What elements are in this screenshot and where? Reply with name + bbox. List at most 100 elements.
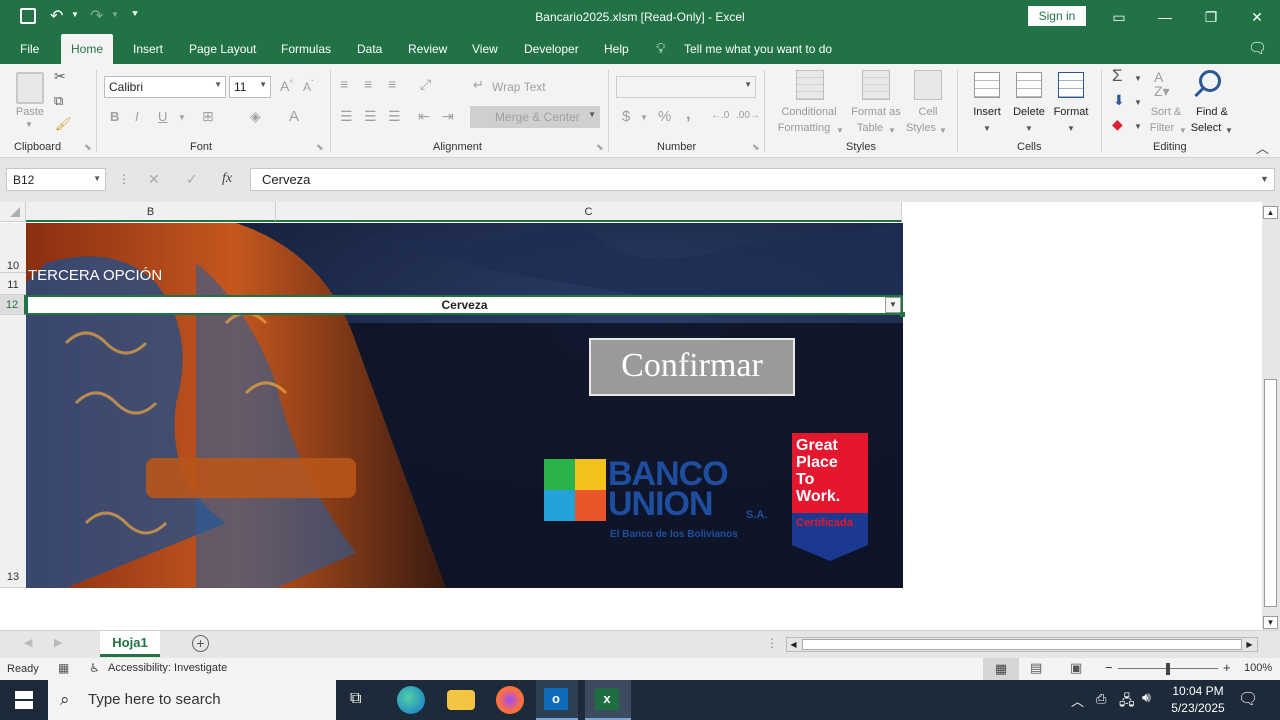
insert-cells-icon[interactable] [974, 72, 1000, 98]
increase-indent-icon[interactable]: ⇥ [442, 108, 454, 125]
column-header-c[interactable]: C [276, 202, 902, 222]
decrease-decimal-icon[interactable]: .00→ [736, 110, 760, 121]
decrease-font-icon[interactable]: Aˇ [303, 79, 314, 94]
prev-sheet-icon[interactable]: ◀ [24, 636, 32, 649]
number-launcher-icon[interactable]: ⬊ [752, 142, 760, 153]
enter-icon[interactable]: ✓ [186, 171, 198, 188]
sort-filter-button[interactable]: Sort & [1146, 106, 1186, 118]
increase-font-icon[interactable]: A^ [280, 78, 293, 94]
accessibility-status[interactable]: Accessibility: Investigate [108, 662, 227, 674]
row-header-11[interactable]: 11 [0, 273, 26, 295]
bold-button[interactable]: B [110, 109, 119, 124]
excel-taskbar-icon[interactable]: x [585, 680, 631, 720]
file-explorer-icon[interactable] [447, 690, 475, 710]
zoom-level[interactable]: 100% [1244, 662, 1272, 674]
font-launcher-icon[interactable]: ⬊ [316, 142, 324, 153]
vertical-scrollbar[interactable]: ▲ ▼ [1262, 202, 1280, 630]
row-header-12[interactable]: 12 [0, 295, 26, 315]
tab-file[interactable]: File [20, 42, 39, 56]
align-top-icon[interactable]: ≡ [340, 76, 348, 92]
horizontal-scrollbar[interactable]: ◀ ▶ [786, 637, 1258, 652]
windows-start-icon[interactable] [15, 691, 33, 709]
fill-handle[interactable] [900, 312, 905, 317]
task-view-icon[interactable]: ⧉ [350, 690, 361, 708]
notifications-icon[interactable]: 🗨︎ [1238, 689, 1258, 709]
zoom-slider-thumb[interactable] [1166, 663, 1170, 675]
minimize-icon[interactable]: — [1142, 0, 1188, 34]
font-color-icon[interactable]: A [289, 108, 299, 125]
collapse-ribbon-icon[interactable]: ︿ [1256, 138, 1269, 157]
decrease-indent-icon[interactable]: ⇤ [418, 108, 430, 125]
close-icon[interactable]: ✕ [1234, 0, 1280, 34]
insert-button[interactable]: Insert [966, 106, 1008, 118]
zoom-out-icon[interactable]: − [1105, 660, 1113, 675]
currency-dropdown-icon[interactable]: ▼ [640, 113, 648, 122]
tab-split-handle-icon[interactable]: ⋮ [766, 636, 778, 650]
insert-function-button[interactable]: fx [222, 171, 232, 187]
volume-icon[interactable]: 🔊︎ [1142, 689, 1151, 706]
row-header-13[interactable]: 13 [0, 315, 26, 588]
ribbon-display-options-icon[interactable]: ▭ [1096, 0, 1142, 34]
format-painter-icon[interactable]: 🖌︎ [55, 116, 72, 132]
paste-dropdown-icon[interactable]: ▼ [22, 120, 36, 129]
format-as-table-icon[interactable] [862, 70, 890, 100]
wrap-text-button[interactable]: Wrap Text [492, 80, 546, 94]
align-center-icon[interactable]: ☰ [364, 108, 377, 125]
sort-filter-icon[interactable]: A Z▾ [1154, 70, 1170, 98]
page-break-view-icon[interactable]: ▣ [1070, 660, 1082, 676]
align-bottom-icon[interactable]: ≡ [388, 76, 396, 92]
tab-page-layout[interactable]: Page Layout [189, 42, 256, 56]
conditional-formatting-icon[interactable] [796, 70, 824, 100]
formula-input[interactable]: Cerveza [250, 168, 1275, 191]
align-middle-icon[interactable]: ≡ [364, 76, 372, 92]
wrap-text-icon[interactable]: ↵ [473, 77, 484, 93]
cell-b12-dropdown[interactable]: Cerveza [26, 295, 903, 315]
format-button[interactable]: Format [1048, 106, 1094, 118]
taskbar-clock[interactable]: 10:04 PM 5/23/2025 [1164, 683, 1232, 717]
zoom-in-icon[interactable]: + [1223, 660, 1231, 675]
autosum-icon[interactable]: Σ [1112, 66, 1123, 86]
delete-cells-icon[interactable] [1016, 72, 1042, 98]
borders-icon[interactable]: ⊞ [202, 108, 214, 125]
fill-color-icon[interactable]: ◈ [250, 108, 261, 125]
format-as-table-button[interactable]: Format as [846, 106, 906, 118]
font-size-select[interactable]: 11 ▼ [229, 76, 271, 98]
confirm-button[interactable]: Confirmar [589, 338, 795, 396]
dropdown-arrow-icon[interactable]: ▼ [885, 297, 901, 313]
cut-icon[interactable]: ✂ [54, 68, 66, 85]
delete-button[interactable]: Delete [1008, 106, 1050, 118]
paste-icon[interactable] [16, 72, 44, 104]
scroll-right-icon[interactable]: ▶ [1243, 638, 1256, 651]
new-sheet-icon[interactable]: + [192, 635, 209, 652]
tab-formulas[interactable]: Formulas [281, 42, 331, 56]
page-layout-view-icon[interactable]: ▤ [1030, 660, 1042, 676]
number-format-select[interactable]: ▼ [616, 76, 756, 98]
fill-icon[interactable]: ⬇ [1113, 92, 1125, 109]
accessibility-icon[interactable]: ♿︎ [89, 661, 100, 675]
tab-review[interactable]: Review [408, 42, 447, 56]
scroll-left-icon[interactable]: ◀ [787, 638, 800, 651]
increase-decimal-icon[interactable]: ←.0 [711, 110, 729, 121]
restore-icon[interactable]: ❐ [1188, 0, 1234, 34]
tab-developer[interactable]: Developer [524, 42, 579, 56]
clear-icon[interactable]: ◆ [1112, 116, 1123, 133]
scroll-up-icon[interactable]: ▲ [1263, 206, 1278, 219]
firefox-icon[interactable] [496, 686, 524, 714]
next-sheet-icon[interactable]: ▶ [54, 636, 62, 649]
sheet-tab-hoja1[interactable]: Hoja1 [100, 631, 160, 657]
row-header-10[interactable]: 10 [0, 223, 26, 273]
cell-styles-icon[interactable] [914, 70, 942, 100]
font-name-select[interactable]: Calibri ▼ [104, 76, 226, 98]
taskbar-search-box[interactable]: Type here to search [48, 680, 336, 720]
meet-now-icon[interactable]: ⎙ [1096, 691, 1106, 707]
clipboard-launcher-icon[interactable]: ⬊ [84, 142, 92, 153]
alignment-launcher-icon[interactable]: ⬊ [596, 142, 604, 153]
paste-button[interactable]: Paste [10, 106, 50, 118]
worksheet-grid[interactable]: B C 10 11 12 13 TERCERA OPCIÓN BANCO UNI… [0, 202, 1262, 630]
percent-button[interactable]: % [658, 108, 671, 125]
underline-dropdown-icon[interactable]: ▼ [178, 113, 186, 122]
cancel-icon[interactable]: ✕ [148, 171, 160, 188]
show-hidden-icons-icon[interactable]: ︿ [1071, 691, 1084, 710]
vertical-scroll-thumb[interactable] [1264, 379, 1277, 607]
find-select-button[interactable]: Find & [1190, 106, 1234, 118]
